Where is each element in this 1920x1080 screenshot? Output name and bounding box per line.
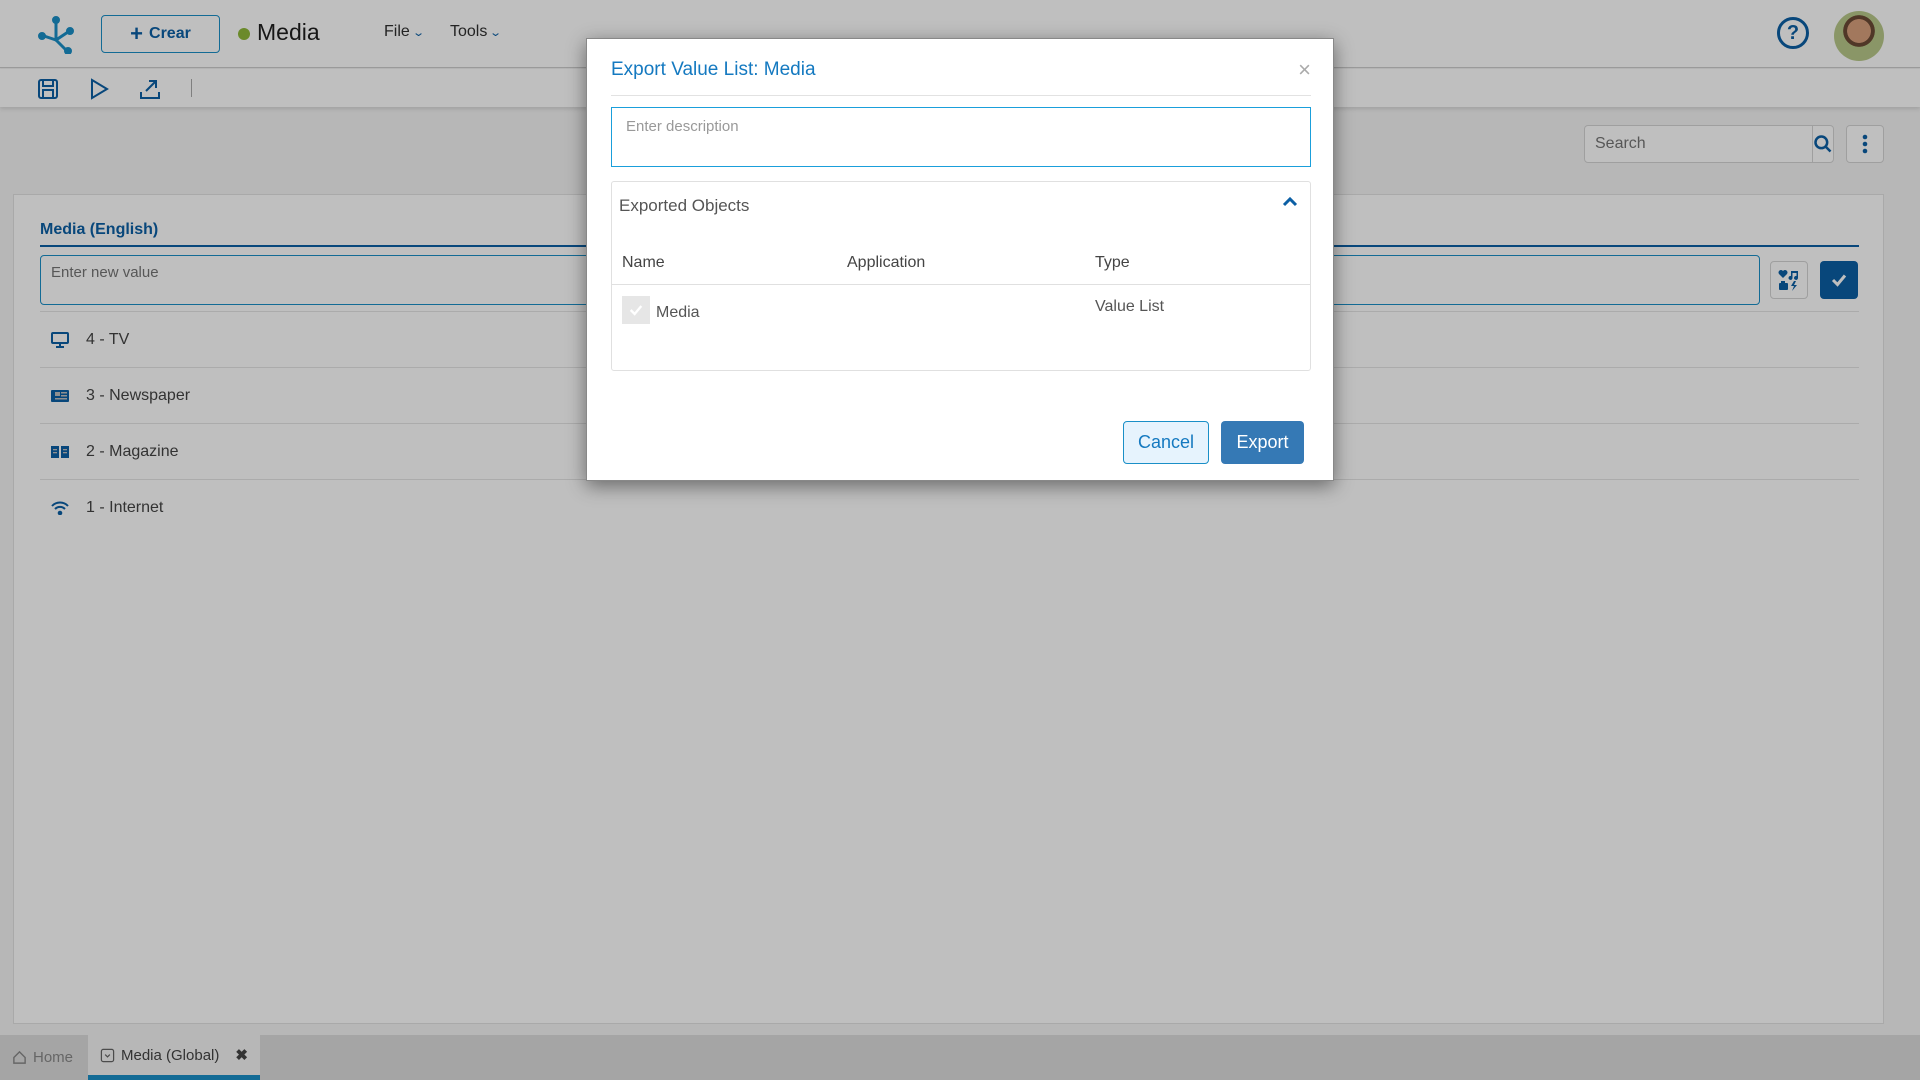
row-checkbox[interactable] — [622, 296, 650, 324]
column-header-application[interactable]: Application — [847, 254, 925, 272]
row-name: Media — [656, 304, 700, 321]
close-icon[interactable]: × — [1298, 57, 1311, 83]
column-header-type[interactable]: Type — [1095, 254, 1130, 272]
dialog-divider — [611, 95, 1311, 96]
exported-objects-panel: Exported Objects Name Application Type M… — [611, 181, 1311, 371]
dialog-title: Export Value List: Media — [611, 59, 816, 80]
export-button[interactable]: Export — [1221, 421, 1304, 464]
check-icon — [629, 305, 643, 316]
export-dialog: Export Value List: Media × Exported Obje… — [586, 38, 1334, 481]
description-input[interactable] — [611, 107, 1311, 167]
exported-objects-title: Exported Objects — [619, 196, 750, 215]
column-header-name[interactable]: Name — [622, 254, 665, 272]
table-header-divider — [612, 284, 1310, 285]
cancel-button[interactable]: Cancel — [1123, 421, 1209, 464]
row-type: Value List — [1095, 298, 1165, 315]
chevron-up-icon[interactable] — [1282, 194, 1298, 210]
